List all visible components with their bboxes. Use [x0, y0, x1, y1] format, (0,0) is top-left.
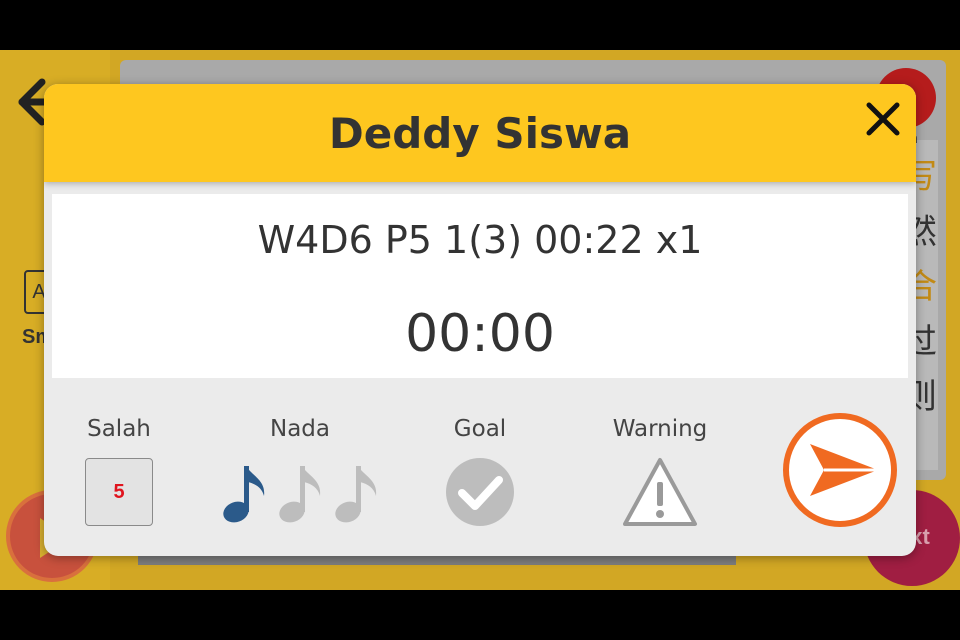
- goal-label: Goal: [453, 416, 507, 442]
- session-info: W4D6 P5 1(3) 00:22 x1: [257, 218, 703, 262]
- dialog-header: Deddy Siswa: [44, 84, 916, 182]
- salah-label: Salah: [87, 416, 151, 442]
- close-button[interactable]: [858, 94, 908, 144]
- nada-label: Nada: [270, 416, 330, 442]
- send-button[interactable]: [780, 410, 900, 530]
- check-circle-icon[interactable]: [444, 456, 516, 528]
- music-note-icon[interactable]: [278, 460, 324, 524]
- timer-display: 00:00: [405, 304, 555, 364]
- dialog-title: Deddy Siswa: [328, 108, 632, 158]
- music-note-icon[interactable]: [334, 460, 380, 524]
- warning-triangle-icon[interactable]: [622, 456, 698, 528]
- salah-count-box[interactable]: 5: [85, 458, 153, 526]
- close-icon: [866, 102, 900, 136]
- music-note-icon[interactable]: [222, 460, 268, 524]
- session-info-panel: W4D6 P5 1(3) 00:22 x1 00:00: [52, 194, 908, 378]
- student-result-dialog: Deddy Siswa W4D6 P5 1(3) 00:22 x1 00:00 …: [44, 84, 916, 556]
- warning-label: Warning: [612, 416, 708, 442]
